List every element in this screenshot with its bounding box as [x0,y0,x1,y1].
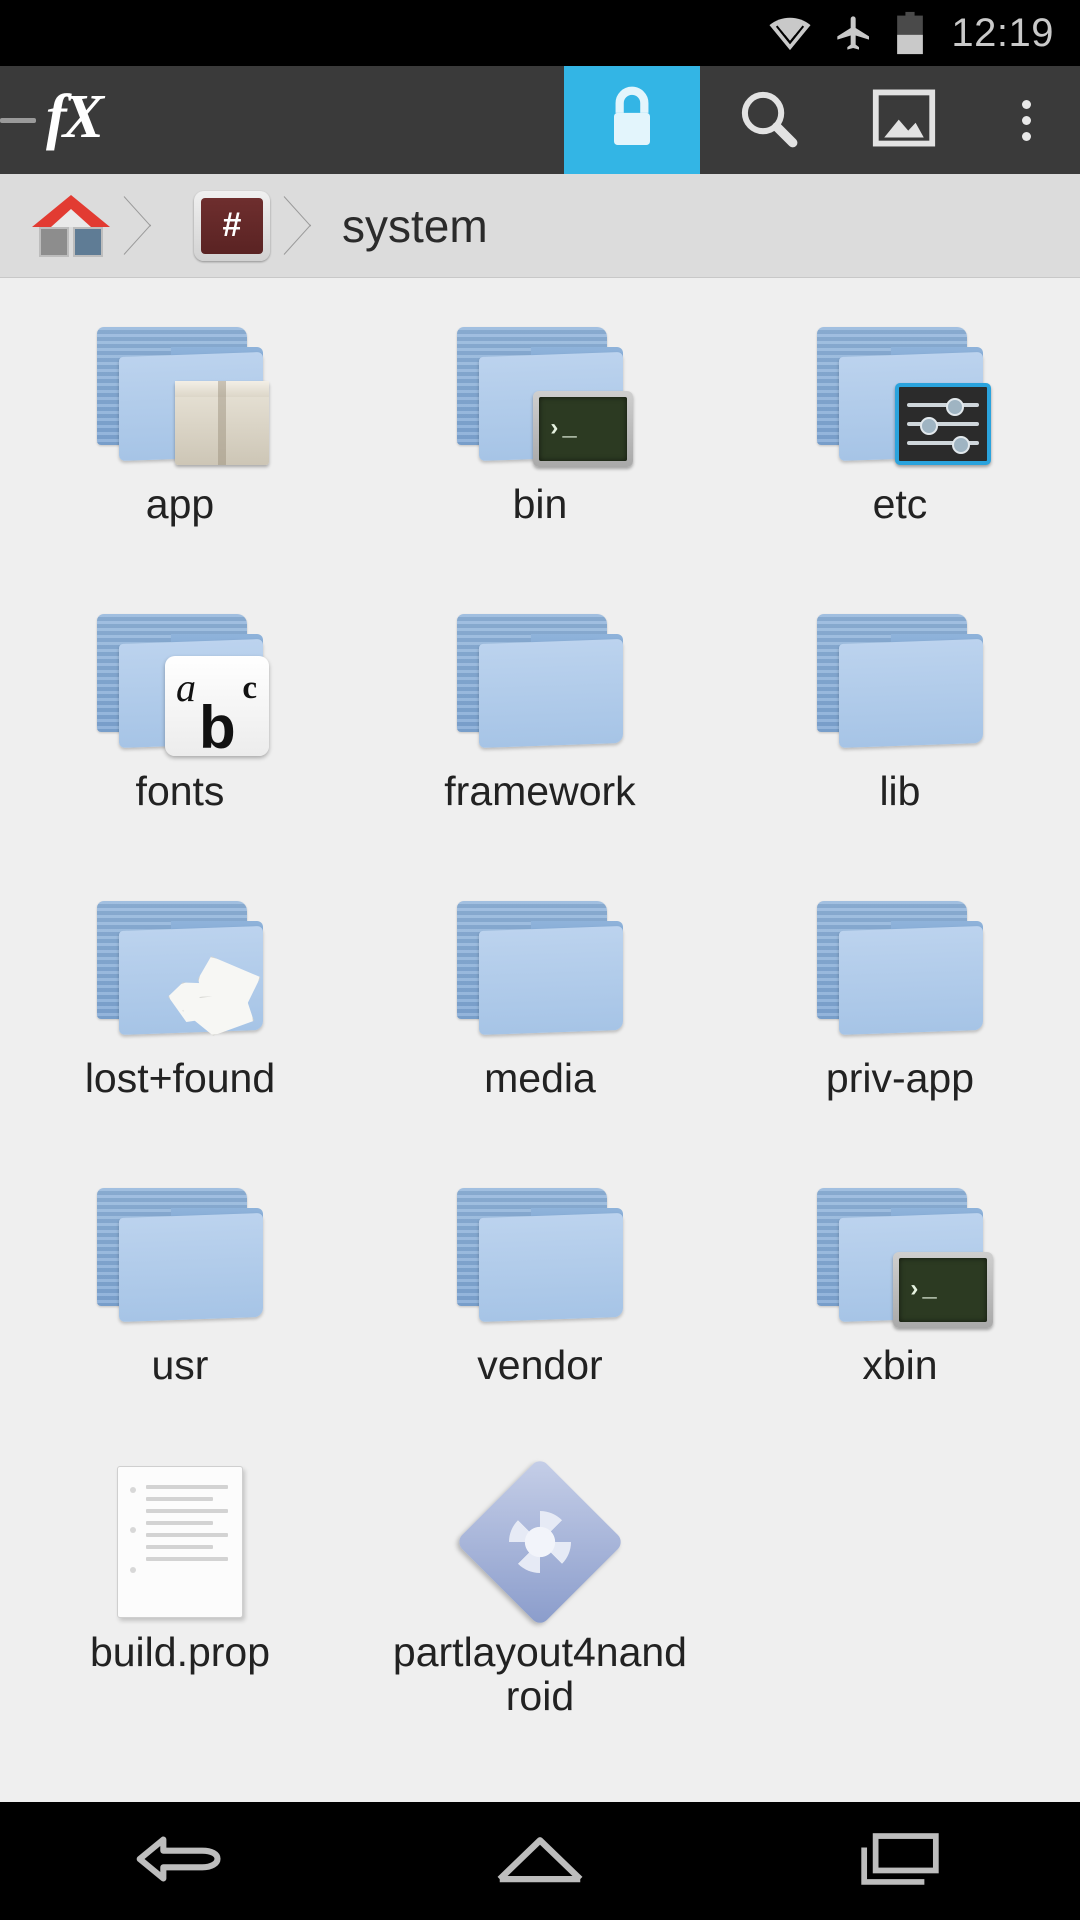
file-item-label: usr [151,1342,209,1388]
file-item-lost-found[interactable]: lost+found [0,874,360,1161]
home-button[interactable] [440,1831,640,1892]
breadcrumb-item-current[interactable]: system [324,174,506,277]
folder-icon [90,1171,270,1339]
recents-button[interactable] [800,1830,1000,1893]
airplane-mode-icon [833,13,875,53]
overflow-button[interactable] [972,66,1080,174]
file-item-priv-app[interactable]: priv-app [720,874,1080,1161]
gallery-button[interactable] [836,66,972,174]
folder-icon [810,884,990,1052]
text-document-icon [90,1458,270,1626]
battery-icon [895,11,925,55]
terminal-badge-icon [892,1252,993,1328]
file-item-build-prop[interactable]: build.prop [0,1448,360,1735]
wifi-icon [767,15,813,51]
file-item-fonts[interactable]: acb fonts [0,587,360,874]
toolbar-left-group[interactable]: fX [0,66,564,174]
folder-fonts-icon: acb [90,597,270,765]
status-bar: 12:19 [0,0,1080,66]
app-logo[interactable]: fX [46,86,104,148]
file-item-label: framework [444,768,636,814]
settings-badge-icon [894,383,991,465]
more-vertical-icon [1021,99,1031,141]
file-item-label: fonts [135,768,225,814]
root-hash-icon: # [194,190,270,261]
file-item-xbin[interactable]: xbin [720,1161,1080,1448]
drawer-dash-icon[interactable] [0,117,36,123]
android-nav-bar [0,1802,1080,1920]
file-item-framework[interactable]: framework [360,587,720,874]
breadcrumb: # system [0,174,1080,278]
folder-settings-icon [810,310,991,478]
folder-crumpled-icon [90,884,270,1052]
folder-terminal-icon [450,310,633,478]
file-item-label: build.prop [89,1629,271,1675]
search-button[interactable] [700,66,836,174]
file-item-label: lost+found [84,1055,276,1101]
lock-icon [601,82,663,159]
breadcrumb-item-home[interactable] [0,174,118,277]
file-grid: app bin etc [0,278,1080,1808]
app-toolbar: fX [0,66,1080,174]
breadcrumb-separator [278,174,324,277]
home-outline-icon [494,1831,586,1892]
folder-terminal-icon [810,1171,993,1339]
crumpled-paper-badge-icon [167,951,271,1037]
file-item-label: etc [872,481,928,527]
file-item-label: bin [512,481,568,527]
file-item-label: app [145,481,215,527]
abc-badge-icon: acb [164,656,269,758]
diamond-gear-icon [450,1457,630,1627]
search-icon [735,85,801,156]
status-bar-clock: 12:19 [951,10,1054,55]
file-item-label: priv-app [825,1055,975,1101]
folder-icon [810,597,990,765]
folder-icon [450,597,630,765]
back-button[interactable] [80,1830,280,1893]
file-item-app[interactable]: app [0,300,360,587]
breadcrumb-separator [118,174,164,277]
file-item-usr[interactable]: usr [0,1161,360,1448]
file-item-label: vendor [477,1342,603,1388]
terminal-badge-icon [532,391,633,467]
folder-icon [450,884,630,1052]
folder-icon [450,1171,630,1339]
file-item-label: media [484,1055,596,1101]
file-item-partlayout4nandroid[interactable]: partlayout4nandroid [360,1448,720,1735]
home-icon [32,194,110,257]
file-item-etc[interactable]: etc [720,300,1080,587]
file-item-label: partlayout4nandroid [392,1629,687,1720]
back-arrow-icon [130,1830,230,1893]
image-icon [872,89,936,152]
file-item-label: lib [879,768,921,814]
folder-package-icon [90,310,270,478]
file-item-vendor[interactable]: vendor [360,1161,720,1448]
file-item-label: xbin [862,1342,938,1388]
breadcrumb-item-root[interactable]: # [164,174,278,277]
breadcrumb-current-label: system [342,199,488,252]
root-lock-button[interactable] [564,66,700,174]
package-badge-icon [174,381,269,465]
file-item-media[interactable]: media [360,874,720,1161]
file-item-bin[interactable]: bin [360,300,720,587]
recents-icon [857,1830,943,1893]
file-item-lib[interactable]: lib [720,587,1080,874]
